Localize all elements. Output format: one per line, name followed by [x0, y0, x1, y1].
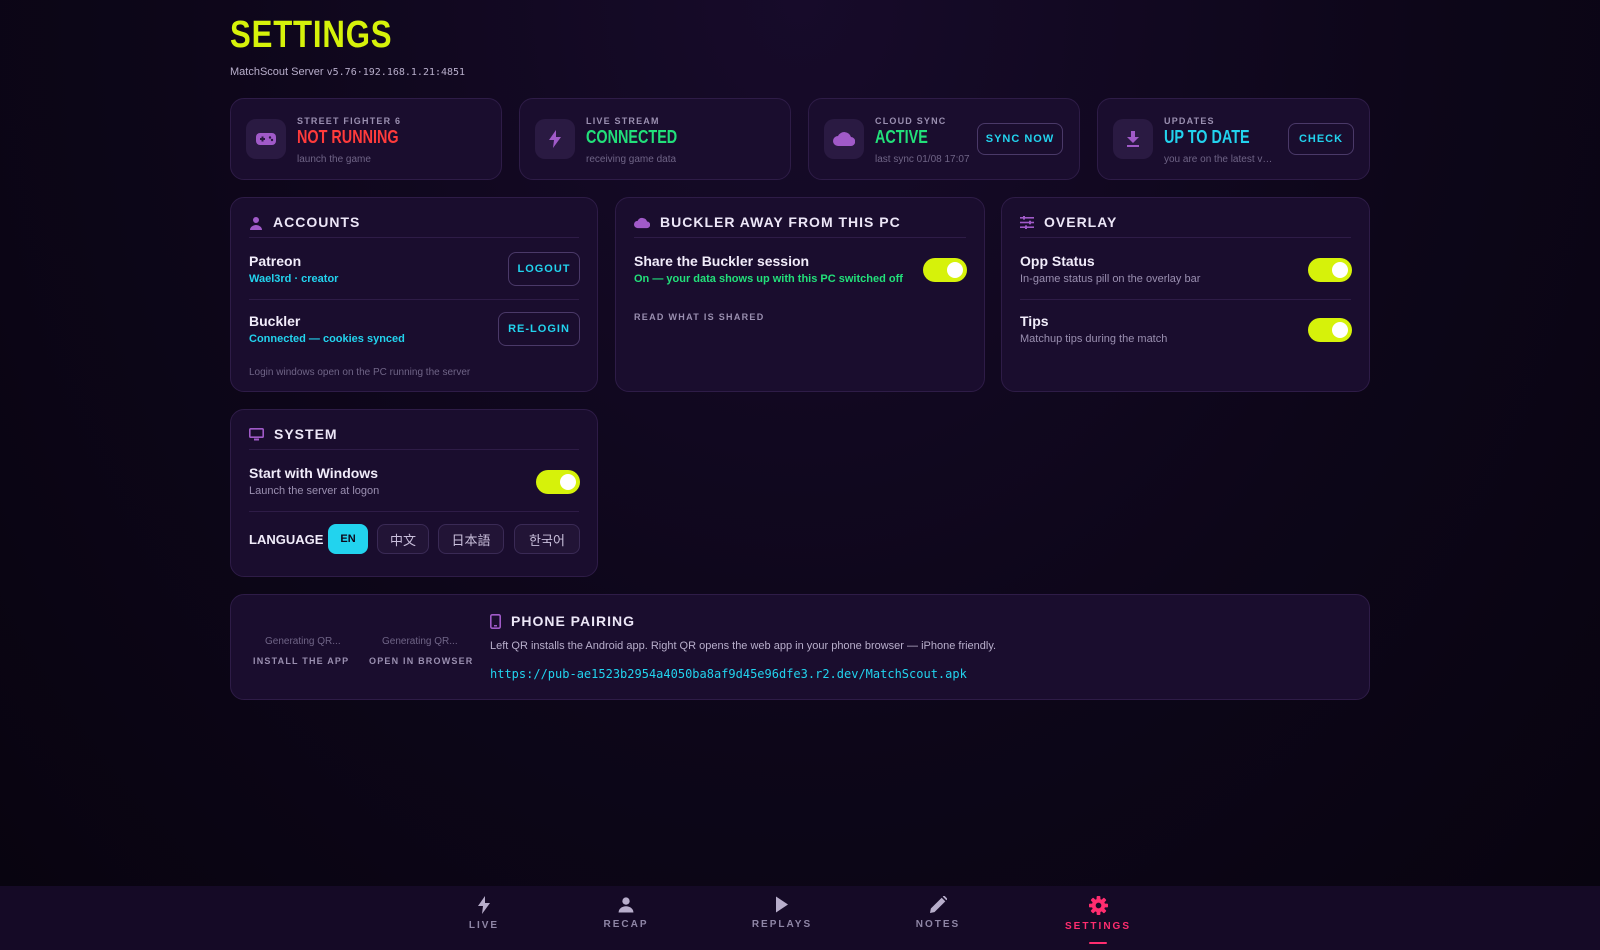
accounts-panel: ACCOUNTS Patreon Wael3rd · creator LOGOU…: [230, 197, 598, 392]
system-header: SYSTEM: [249, 426, 579, 450]
nav-label: LIVE: [468, 920, 500, 931]
re-login-button[interactable]: RE-LOGIN: [498, 312, 580, 346]
status-sub: launch the game: [297, 154, 371, 165]
server-info: v5.76·192.168.1.21:4851: [326, 67, 466, 78]
server-name: MatchScout Server: [230, 66, 324, 78]
phone-pairing-description: Left QR installs the Android app. Right …: [490, 640, 997, 652]
phone-pairing-header: PHONE PAIRING: [490, 613, 635, 629]
language-option-zh[interactable]: 中文: [377, 524, 429, 554]
patreon-title: Patreon: [249, 253, 302, 269]
panel-title: PHONE PAIRING: [511, 613, 635, 629]
status-value: ACTIVE: [875, 127, 928, 147]
buckler-away-panel: BUCKLER AWAY FROM THIS PC Share the Buck…: [615, 197, 985, 392]
person-icon: [618, 897, 634, 913]
nav-item-replays[interactable]: REPLAYS: [742, 896, 822, 942]
bottom-nav: LIVE RECAP REPLAYS NOTES SETTINGS: [0, 886, 1600, 950]
accounts-note: Login windows open on the PC running the…: [249, 367, 471, 378]
nav-item-settings[interactable]: SETTINGS: [1058, 896, 1138, 944]
share-session-toggle[interactable]: [923, 258, 967, 282]
overlay-header: OVERLAY: [1020, 214, 1351, 238]
nav-item-live[interactable]: LIVE: [444, 896, 524, 942]
sliders-icon: [1020, 216, 1034, 229]
status-label: STREET FIGHTER 6: [297, 116, 402, 126]
logout-button[interactable]: LOGOUT: [508, 252, 580, 286]
buckler-title: Buckler: [249, 313, 301, 329]
language-option-ja[interactable]: 日本語: [438, 524, 504, 554]
user-icon: [250, 217, 262, 230]
accounts-header: ACCOUNTS: [249, 214, 579, 238]
status-card-updates: UPDATES UP TO DATE you are on the latest…: [1097, 98, 1370, 180]
nav-item-recap[interactable]: RECAP: [586, 896, 666, 942]
share-session-title: Share the Buckler session: [634, 253, 810, 269]
status-sub: receiving game data: [586, 154, 677, 165]
check-updates-button[interactable]: CHECK: [1288, 123, 1354, 155]
phone-icon: [490, 613, 501, 629]
opp-status-toggle[interactable]: [1308, 258, 1352, 282]
opp-status-title: Opp Status: [1020, 253, 1095, 269]
qr-browser-label: OPEN IN BROWSER: [369, 656, 474, 666]
phone-pairing-panel: Generating QR... INSTALL THE APP Generat…: [230, 594, 1370, 700]
sync-now-button[interactable]: SYNC NOW: [977, 123, 1063, 155]
status-card-live-stream: LIVE STREAM CONNECTED receiving game dat…: [519, 98, 791, 180]
status-card-street-fighter: STREET FIGHTER 6 NOT RUNNING launch the …: [230, 98, 502, 180]
cloud-icon: [824, 119, 864, 159]
panel-title: ACCOUNTS: [273, 214, 361, 230]
panel-title: OVERLAY: [1044, 214, 1118, 230]
status-value: UP TO DATE: [1164, 127, 1250, 147]
bolt-icon: [535, 119, 575, 159]
pencil-icon: [929, 896, 947, 913]
nav-label: REPLAYS: [751, 919, 813, 930]
read-what-is-shared-link[interactable]: READ WHAT IS SHARED: [634, 312, 765, 322]
language-option-ko[interactable]: 한국어: [514, 524, 580, 554]
nav-label: RECAP: [603, 919, 649, 930]
qr-browser-status: Generating QR...: [382, 636, 458, 647]
divider: [249, 299, 579, 300]
buckler-away-header: BUCKLER AWAY FROM THIS PC: [634, 214, 966, 238]
status-sub: last sync 01/08 17:07: [875, 154, 970, 165]
qr-install-status: Generating QR...: [265, 636, 341, 647]
start-with-windows-title: Start with Windows: [249, 465, 378, 481]
status-sub: you are on the latest version: [1164, 154, 1276, 165]
server-subtitle: MatchScout Server v5.76·192.168.1.21:485…: [230, 66, 465, 78]
language-option-en[interactable]: EN: [328, 524, 368, 554]
nav-label: SETTINGS: [1064, 921, 1131, 932]
status-value: CONNECTED: [586, 127, 678, 147]
nav-item-notes[interactable]: NOTES: [898, 896, 978, 942]
language-label: LANGUAGE: [249, 532, 324, 547]
nav-label: NOTES: [915, 919, 961, 930]
status-label: CLOUD SYNC: [875, 116, 947, 126]
divider: [249, 511, 579, 512]
bolt-icon: [478, 896, 490, 914]
status-label: UPDATES: [1164, 116, 1215, 126]
gear-icon: [1088, 896, 1108, 915]
status-label: LIVE STREAM: [586, 116, 660, 126]
share-session-sub: On — your data shows up with this PC swi…: [634, 273, 903, 285]
overlay-panel: OVERLAY Opp Status In-game status pill o…: [1001, 197, 1370, 392]
panel-title: BUCKLER AWAY FROM THIS PC: [660, 214, 901, 230]
cloud-icon: [634, 217, 650, 229]
patreon-sub: Wael3rd · creator: [249, 273, 339, 285]
tips-sub: Matchup tips during the match: [1020, 333, 1168, 345]
tips-toggle[interactable]: [1308, 318, 1352, 342]
divider: [1020, 299, 1351, 300]
start-with-windows-sub: Launch the server at logon: [249, 485, 380, 497]
play-icon: [776, 896, 788, 913]
start-with-windows-toggle[interactable]: [536, 470, 580, 494]
buckler-sub: Connected — cookies synced: [249, 333, 405, 345]
monitor-icon: [249, 428, 264, 441]
download-icon: [1113, 119, 1153, 159]
system-panel: SYSTEM Start with Windows Launch the ser…: [230, 409, 598, 577]
tips-title: Tips: [1020, 313, 1049, 329]
status-value: NOT RUNNING: [297, 127, 399, 147]
apk-url-link[interactable]: https://pub-ae1523b2954a4050ba8af9d45e96…: [490, 667, 967, 681]
status-card-cloud-sync: CLOUD SYNC ACTIVE last sync 01/08 17:07 …: [808, 98, 1080, 180]
qr-install-label: INSTALL THE APP: [253, 656, 350, 666]
gamepad-icon: [246, 119, 286, 159]
page-title: SETTINGS: [230, 14, 393, 56]
opp-status-sub: In-game status pill on the overlay bar: [1020, 273, 1201, 285]
panel-title: SYSTEM: [274, 426, 338, 442]
